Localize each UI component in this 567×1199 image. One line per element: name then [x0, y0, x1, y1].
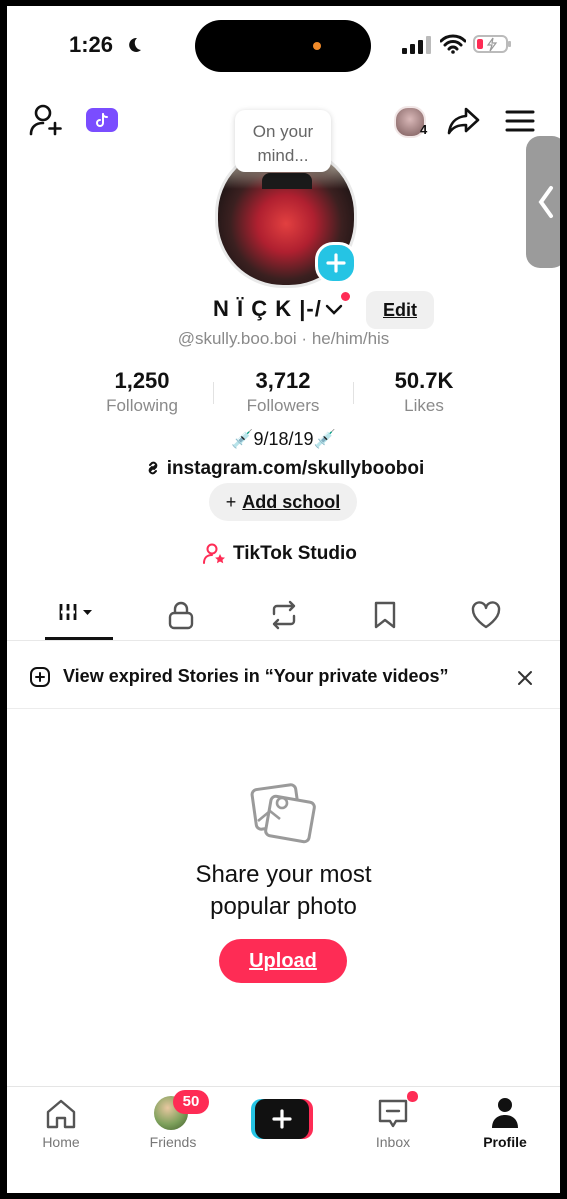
- plus-icon: [272, 1109, 292, 1129]
- tab-favorites[interactable]: [372, 600, 398, 630]
- notification-dot: [341, 292, 350, 301]
- bio-link[interactable]: instagram.com/skullybooboi: [7, 458, 560, 480]
- tabs-divider: [7, 640, 560, 641]
- photo-stack-icon: [250, 781, 318, 850]
- likes-count: 50.7K: [394, 368, 454, 393]
- menu-icon[interactable]: [505, 109, 535, 138]
- display-name: N Ï Ç K |-/: [213, 296, 322, 321]
- add-school-label: Add school: [242, 492, 341, 512]
- add-school-button[interactable]: + Add school: [209, 483, 357, 521]
- profile-person-icon: [492, 1098, 518, 1128]
- bookmark-icon: [374, 601, 396, 629]
- create-button[interactable]: [251, 1099, 313, 1139]
- following-label: Following: [106, 396, 178, 415]
- followers-count: 3,712: [255, 368, 311, 393]
- add-friend-icon[interactable]: [29, 103, 65, 142]
- heart-icon: [471, 601, 501, 629]
- profile-views-count: 4: [420, 122, 428, 137]
- following-count: 1,250: [114, 368, 170, 393]
- stat-followers[interactable]: 3,712 Followers: [227, 368, 339, 416]
- bio-date-line: 💉9/18/19💉: [7, 429, 560, 450]
- stat-likes[interactable]: 50.7K Likes: [369, 368, 479, 416]
- battery-icon: [473, 34, 513, 59]
- tiktok-studio-link[interactable]: TikTok Studio: [203, 542, 373, 568]
- edit-profile-label: Edit: [383, 300, 417, 320]
- thought-bubble[interactable]: On your mind...: [235, 110, 331, 172]
- nav-profile-label: Profile: [483, 1134, 527, 1150]
- dynamic-island: [195, 20, 371, 72]
- username-line: @skully.boo.boi · he/him/his: [7, 329, 560, 349]
- camera-indicator-dot: [313, 42, 321, 50]
- tab-private[interactable]: [167, 600, 195, 630]
- grid-dropdown-icon: [59, 604, 92, 620]
- name-dropdown-chevron-icon[interactable]: [325, 302, 343, 321]
- tiktok-studio-label: TikTok Studio: [233, 543, 357, 564]
- empty-state-title-line1: Share your most: [195, 861, 372, 888]
- upload-label: Upload: [249, 950, 317, 972]
- lock-icon: [168, 601, 194, 630]
- tab-reposts[interactable]: [269, 600, 299, 630]
- share-icon[interactable]: [447, 106, 481, 141]
- pronouns: he/him/his: [311, 329, 390, 348]
- tiktok-studio-shortcut-icon[interactable]: [86, 108, 118, 132]
- inbox-icon: [378, 1099, 408, 1128]
- create-button-core: [255, 1099, 309, 1139]
- status-time: 1:26: [69, 32, 114, 57]
- close-icon[interactable]: [517, 670, 533, 686]
- stat-divider: [213, 382, 214, 404]
- stat-divider: [353, 382, 354, 404]
- tab-videos[interactable]: [45, 598, 113, 640]
- expired-stories-notice[interactable]: View expired Stories in “Your private vi…: [7, 650, 560, 706]
- likes-label: Likes: [404, 396, 444, 415]
- wifi-icon: [439, 34, 467, 59]
- username-separator: ·: [301, 329, 308, 348]
- bio-link-text: instagram.com/skullybooboi: [166, 458, 425, 479]
- plus-icon: +: [225, 492, 237, 512]
- upload-button[interactable]: Upload: [219, 939, 347, 983]
- edit-profile-button[interactable]: Edit: [366, 291, 434, 329]
- inbox-notification-dot: [406, 1090, 419, 1103]
- nav-inbox-label: Inbox: [375, 1134, 411, 1150]
- nav-inbox[interactable]: Inbox: [363, 1096, 423, 1152]
- bottom-nav-divider: [7, 1086, 560, 1087]
- syringe-icon: 💉: [313, 429, 336, 449]
- tab-liked[interactable]: [470, 600, 502, 630]
- add-story-outline-icon: [30, 667, 50, 687]
- side-drawer-handle[interactable]: [526, 136, 560, 268]
- bio-date: 9/18/19: [253, 429, 314, 449]
- username: @skully.boo.boi: [177, 329, 297, 348]
- notice-divider: [7, 708, 560, 709]
- nav-profile[interactable]: Profile: [473, 1096, 537, 1152]
- signal-icon: [402, 36, 432, 59]
- nav-home-label: Home: [42, 1134, 80, 1150]
- moon-icon: [125, 36, 143, 59]
- phone-screen: 1:26 4 On your mind... N Ï Ç K |-/ Edit …: [7, 6, 560, 1193]
- home-icon: [46, 1099, 76, 1129]
- expired-stories-text: View expired Stories in “Your private vi…: [63, 666, 449, 686]
- thought-bubble-text: On your mind...: [252, 122, 314, 165]
- followers-label: Followers: [246, 396, 320, 415]
- empty-state-title-line2: popular photo: [210, 893, 357, 920]
- link-icon: [148, 461, 157, 475]
- add-story-plus-icon[interactable]: [315, 242, 357, 284]
- creator-star-icon: [203, 543, 225, 564]
- nav-home[interactable]: Home: [31, 1096, 91, 1152]
- friends-badge: 50: [173, 1090, 209, 1114]
- syringe-icon: 💉: [231, 429, 254, 449]
- repost-icon: [272, 600, 296, 630]
- stat-following[interactable]: 1,250 Following: [87, 368, 197, 416]
- nav-friends-label: Friends: [149, 1134, 197, 1150]
